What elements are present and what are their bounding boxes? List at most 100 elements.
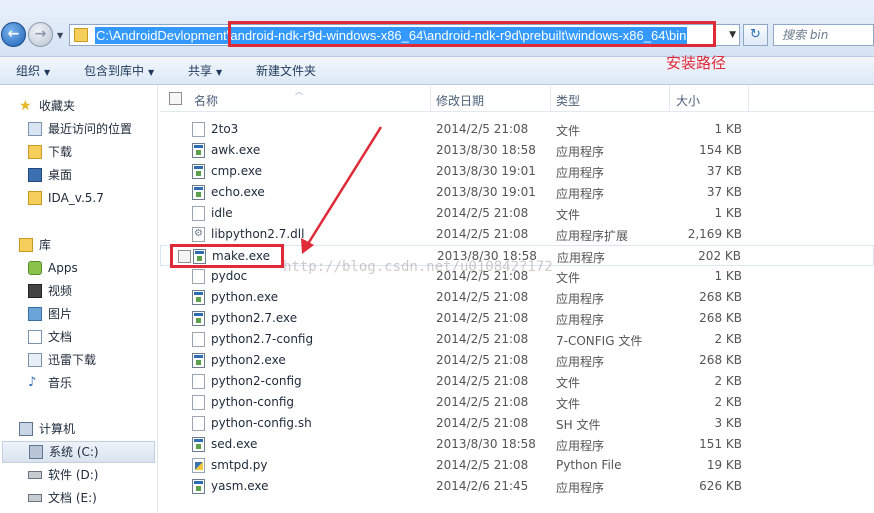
forward-button[interactable]: → — [28, 22, 53, 47]
column-modified[interactable]: 修改日期 — [436, 92, 484, 109]
documents-icon — [28, 330, 42, 344]
refresh-icon: ↻ — [750, 27, 761, 42]
file-row[interactable]: smtpd.py 2014/2/5 21:08 Python File 19 KB — [160, 455, 874, 476]
back-button[interactable]: ← — [1, 22, 26, 47]
file-type: 应用程序 — [557, 251, 606, 265]
file-row[interactable]: 2to3 2014/2/5 21:08 文件 1 KB — [160, 119, 874, 140]
file-type: SH 文件 — [556, 418, 601, 432]
search-input[interactable]: 搜索 bin — [773, 24, 874, 46]
file-modified-date: 2014/2/5 21:08 — [436, 395, 529, 409]
file-type: 应用程序 — [556, 481, 605, 495]
file-name: python2.exe — [211, 353, 286, 367]
column-divider[interactable] — [550, 86, 551, 112]
file-name: python2.7.exe — [211, 311, 298, 325]
file-modified-date: 2014/2/5 21:08 — [436, 332, 529, 346]
sidebar-libraries-label: 库 — [39, 238, 52, 252]
file-size: 1 KB — [714, 269, 742, 283]
file-row[interactable]: python2-config 2014/2/5 21:08 文件 2 KB — [160, 371, 874, 392]
file-type: 文件 — [556, 208, 581, 222]
file-type: 应用程序 — [556, 439, 605, 453]
file-row[interactable]: python2.exe 2014/2/5 21:08 应用程序 268 KB — [160, 350, 874, 371]
file-row[interactable]: python.exe 2014/2/5 21:08 应用程序 268 KB — [160, 287, 874, 308]
file-type: Python File — [556, 458, 622, 472]
file-list: ︿ 名称 修改日期 类型 大小 2to3 2014/2/5 21:08 文件 1 KB… — [160, 86, 874, 513]
desktop-icon — [28, 168, 42, 182]
file-row[interactable]: echo.exe 2013/8/30 19:01 应用程序 37 KB — [160, 182, 874, 203]
file-modified-date: 2014/2/5 21:08 — [436, 416, 529, 430]
new-folder-button[interactable]: 新建文件夹 — [256, 62, 316, 79]
organize-button[interactable]: 组织 ▼ — [16, 62, 50, 79]
column-divider[interactable] — [669, 86, 670, 112]
file-name: python-config.sh — [211, 416, 312, 430]
file-name: sed.exe — [211, 437, 258, 451]
select-all-checkbox[interactable] — [169, 92, 182, 105]
file-type: 文件 — [556, 397, 581, 411]
file-row[interactable]: awk.exe 2013/8/30 18:58 应用程序 154 KB — [160, 140, 874, 161]
address-dropdown-icon[interactable]: ▼ — [729, 30, 736, 40]
share-label: 共享 — [188, 64, 213, 78]
make-exe-highlight-box — [170, 244, 284, 268]
file-row[interactable]: libpython2.7.dll 2014/2/5 21:08 应用程序扩展 2,16… — [160, 224, 874, 245]
file-row[interactable]: yasm.exe 2014/2/6 21:45 应用程序 626 KB — [160, 476, 874, 497]
pictures-icon — [28, 307, 42, 321]
file-icon — [192, 332, 205, 347]
refresh-button[interactable]: ↻ — [743, 24, 768, 46]
file-row[interactable]: python-config.sh 2014/2/5 21:08 SH 文件 3 KB — [160, 413, 874, 434]
file-row[interactable]: python2.7.exe 2014/2/5 21:08 应用程序 268 KB — [160, 308, 874, 329]
file-type: 应用程序 — [556, 145, 605, 159]
file-modified-date: 2013/8/30 19:01 — [436, 185, 536, 199]
column-type[interactable]: 类型 — [556, 92, 580, 109]
command-toolbar: 组织 ▼ 包含到库中 ▼ 共享 ▼ 新建文件夹 — [0, 57, 874, 85]
file-size: 268 KB — [699, 353, 742, 367]
column-divider[interactable] — [430, 86, 431, 112]
file-name: idle — [211, 206, 233, 220]
sidebar-ida-label: IDA_v.5.7 — [48, 191, 104, 205]
file-name: python.exe — [211, 290, 279, 304]
file-row[interactable]: sed.exe 2013/8/30 18:58 应用程序 151 KB — [160, 434, 874, 455]
drive-icon — [28, 471, 42, 479]
sidebar-item-drive-c[interactable]: 系统 (C:) — [2, 441, 155, 463]
folder-icon — [28, 191, 42, 205]
file-size: 2,169 KB — [687, 227, 742, 241]
file-modified-date: 2013/8/30 18:58 — [436, 143, 536, 157]
column-name[interactable]: 名称 — [194, 92, 218, 109]
include-in-library-button[interactable]: 包含到库中 ▼ — [84, 62, 154, 79]
history-dropdown-icon[interactable]: ▼ — [57, 31, 63, 40]
file-icon — [192, 395, 205, 410]
file-size: 1 KB — [714, 122, 742, 136]
column-size[interactable]: 大小 — [676, 92, 700, 109]
column-divider[interactable] — [748, 86, 749, 112]
file-icon — [192, 416, 205, 431]
sidebar-computer-label: 计算机 — [39, 422, 76, 436]
file-type: 应用程序 — [556, 166, 605, 180]
exe-icon — [192, 353, 205, 368]
file-row[interactable]: idle 2014/2/5 21:08 文件 1 KB — [160, 203, 874, 224]
file-row[interactable]: python2.7-config 2014/2/5 21:08 7-CONFIG 文… — [160, 329, 874, 350]
watermark-text: http://blog.csdn.net/u010842?172 — [283, 259, 553, 275]
file-name: yasm.exe — [211, 479, 269, 493]
file-name: pydoc — [211, 269, 248, 283]
file-size: 2 KB — [714, 395, 742, 409]
sidebar-drive-d-label: 软件 (D:) — [48, 468, 99, 482]
organize-label: 组织 — [16, 64, 41, 78]
share-button[interactable]: 共享 ▼ — [188, 62, 222, 79]
file-size: 154 KB — [699, 143, 742, 157]
file-name: awk.exe — [211, 143, 261, 157]
file-row[interactable]: python-config 2014/2/5 21:08 文件 2 KB — [160, 392, 874, 413]
chevron-down-icon: ▼ — [216, 68, 223, 77]
file-row[interactable]: cmp.exe 2013/8/30 19:01 应用程序 37 KB — [160, 161, 874, 182]
exe-icon — [192, 437, 205, 452]
file-type: 7-CONFIG 文件 — [556, 334, 643, 348]
file-name: python2.7-config — [211, 332, 314, 346]
install-path-annotation: 安装路径 — [666, 54, 727, 72]
sidebar-favorites-label: 收藏夹 — [39, 99, 76, 113]
chevron-down-icon: ▼ — [148, 68, 155, 77]
drive-icon — [28, 494, 42, 502]
file-modified-date: 2014/2/5 21:08 — [436, 374, 529, 388]
sidebar-videos-label: 视频 — [48, 284, 73, 298]
video-icon — [28, 284, 42, 298]
file-name: echo.exe — [211, 185, 265, 199]
file-size: 202 KB — [698, 249, 741, 263]
file-modified-date: 2013/8/30 19:01 — [436, 164, 536, 178]
file-type: 文件 — [556, 376, 581, 390]
